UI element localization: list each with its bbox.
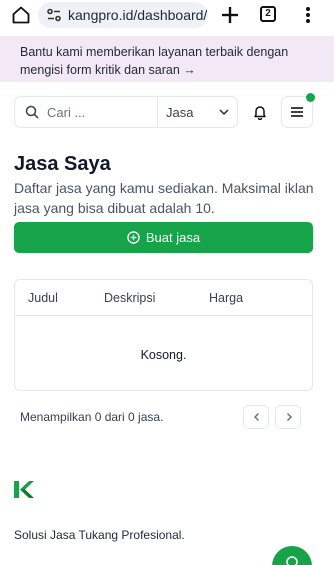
- plus-icon[interactable]: [219, 4, 241, 26]
- bell-icon[interactable]: [252, 104, 268, 120]
- create-service-button[interactable]: Buat jasa: [14, 222, 313, 253]
- search-input[interactable]: [47, 104, 147, 120]
- tab-switcher-button[interactable]: 2: [260, 6, 276, 22]
- chevron-left-icon: [253, 412, 260, 422]
- url-text: kangpro.id/dashboard/ha: [68, 7, 208, 23]
- kangpro-logo-icon[interactable]: [14, 481, 34, 498]
- chevron-right-icon: [286, 412, 293, 422]
- home-icon[interactable]: [11, 5, 31, 25]
- footer-tagline: Solusi Jasa Tukang Profesional.: [14, 528, 185, 542]
- feedback-banner-link[interactable]: Bantu kami memberikan layanan terbaik de…: [0, 36, 334, 82]
- prev-page-button[interactable]: [243, 405, 269, 429]
- column-header-description: Deskripsi: [104, 291, 156, 305]
- chevron-down-icon: [219, 109, 229, 116]
- chat-icon: [286, 556, 298, 565]
- services-table: Judul Deskripsi Harga Kosong.: [14, 279, 313, 391]
- site-settings-icon[interactable]: [46, 7, 62, 23]
- search-icon: [25, 105, 39, 119]
- chat-button[interactable]: [272, 546, 312, 565]
- plus-circle-icon: [127, 231, 140, 244]
- browser-toolbar: kangpro.id/dashboard/ha 2: [0, 0, 334, 31]
- column-header-title: Judul: [28, 291, 58, 305]
- hamburger-icon: [291, 107, 303, 117]
- category-select-value: Jasa: [166, 104, 194, 120]
- page-subtitle: Daftar jasa yang kamu sediakan. Maksimal…: [14, 180, 314, 216]
- notification-dot: [306, 93, 315, 102]
- page-title: Jasa Saya: [14, 153, 111, 175]
- category-select[interactable]: Jasa: [158, 97, 238, 127]
- kebab-menu-icon[interactable]: [298, 5, 318, 25]
- create-service-label: Buat jasa: [145, 230, 201, 245]
- pagination-summary: Menampilkan 0 dari 0 jasa.: [20, 410, 164, 424]
- table-header: Judul Deskripsi Harga: [15, 280, 312, 316]
- column-header-price: Harga: [209, 291, 244, 305]
- address-bar[interactable]: kangpro.id/dashboard/ha: [38, 2, 208, 28]
- table-empty-state: Kosong.: [140, 348, 187, 362]
- next-page-button[interactable]: [275, 405, 301, 429]
- search-bar: Jasa: [14, 96, 238, 128]
